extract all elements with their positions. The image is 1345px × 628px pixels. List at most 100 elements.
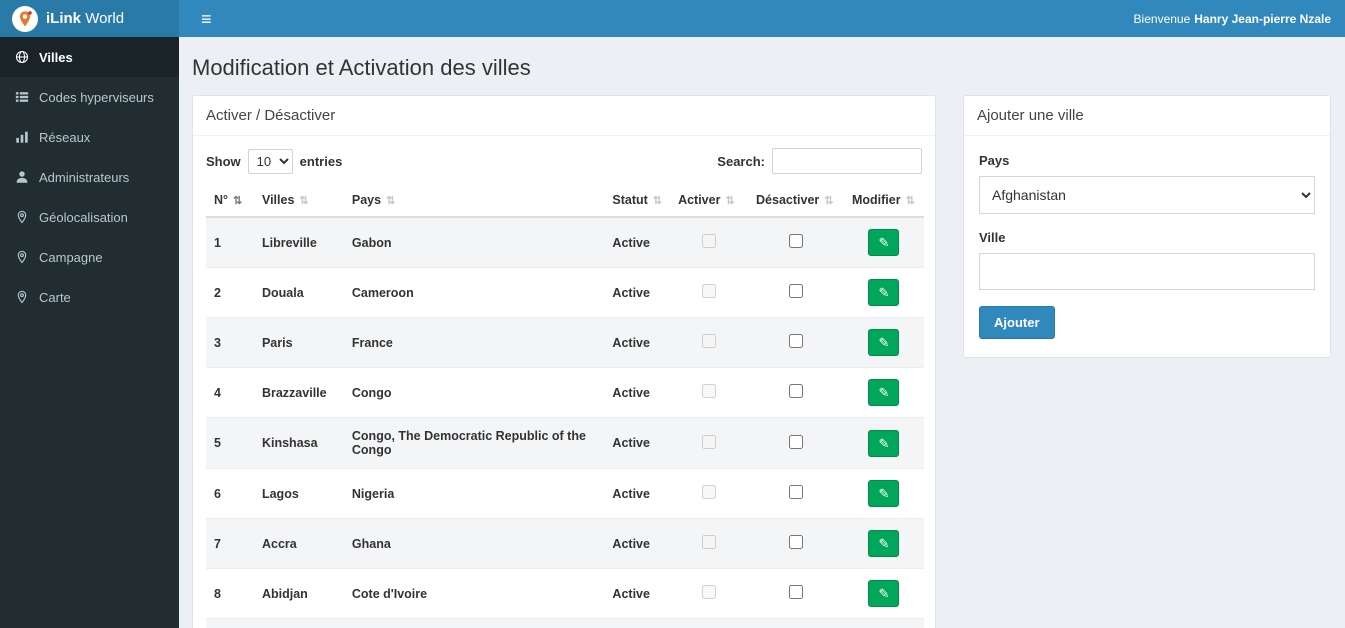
cell-modifier: ✎: [843, 317, 924, 368]
cell-activer: [670, 367, 749, 418]
cell-activer: [670, 317, 749, 368]
page-length-control: Show 10 entries: [206, 148, 342, 174]
column-header-activer[interactable]: Activer ⇅: [670, 184, 749, 218]
map-marker-icon: [14, 289, 30, 305]
cell-num: 6: [206, 468, 254, 519]
edit-button[interactable]: ✎: [868, 530, 900, 557]
edit-icon: ✎: [878, 435, 890, 451]
sort-icon: ⇅: [386, 195, 396, 207]
cell-activer: [670, 568, 749, 619]
column-header-pays[interactable]: Pays ⇅: [343, 184, 605, 218]
desactiver-checkbox[interactable]: [789, 284, 803, 298]
welcome-prefix: Bienvenue: [1133, 11, 1191, 26]
cell-ville: Paris: [253, 317, 344, 368]
add-panel-title: Ajouter une ville: [964, 96, 1330, 136]
edit-button[interactable]: ✎: [868, 229, 900, 256]
cell-pays: Gabon: [343, 217, 605, 268]
cell-statut: Active: [604, 367, 671, 418]
cell-ville: Douala: [253, 267, 344, 318]
desactiver-checkbox[interactable]: [789, 535, 803, 549]
edit-button[interactable]: ✎: [868, 329, 900, 356]
cell-pays: France: [343, 317, 605, 368]
edit-icon: ✎: [878, 335, 890, 350]
table-row: 7 Accra Ghana Active ✎: [206, 518, 924, 569]
sort-icon: ⇅: [652, 195, 663, 207]
cell-pays: Congo, The Democratic Republic of the Co…: [343, 417, 605, 469]
pays-select[interactable]: Afghanistan: [979, 176, 1315, 214]
cell-desactiver: [748, 618, 844, 628]
cell-activer: [670, 618, 749, 628]
column-header-num[interactable]: N° ⇅: [206, 184, 254, 218]
edit-icon: ✎: [878, 536, 890, 551]
column-header-villes[interactable]: Villes ⇅: [253, 184, 344, 218]
datatable-controls: Show 10 entries Search:: [193, 136, 935, 184]
sidebar-item-villes[interactable]: Villes: [0, 37, 179, 77]
cell-desactiver: [748, 468, 844, 519]
cell-desactiver: [748, 367, 844, 418]
sidebar-toggle-menu-icon[interactable]: ≡: [193, 6, 220, 32]
edit-button[interactable]: ✎: [868, 279, 900, 306]
app-logo-icon: [12, 5, 38, 32]
edit-button[interactable]: ✎: [868, 379, 900, 406]
cell-ville: Lagos: [253, 468, 344, 519]
table-row: 9 Dakar Senegal Active ✎: [206, 618, 924, 628]
cell-statut: Active: [604, 518, 671, 569]
sidebar-item-label: Réseaux: [39, 129, 91, 145]
edit-button[interactable]: ✎: [868, 480, 900, 507]
column-header-modifier[interactable]: Modifier ⇅: [843, 184, 924, 218]
table-header-row: N° ⇅ Villes ⇅ Pays ⇅ Statut ⇅ Activer ⇅ Désac…: [206, 184, 924, 218]
desactiver-checkbox[interactable]: [789, 585, 803, 599]
cell-statut: Active: [604, 568, 671, 619]
table-panel-title: Activer / Désactiver: [193, 96, 935, 136]
cell-modifier: ✎: [843, 518, 924, 569]
desactiver-checkbox[interactable]: [789, 384, 803, 398]
cell-statut: Active: [604, 618, 671, 628]
activer-checkbox: [702, 585, 717, 599]
cell-statut: Active: [604, 468, 671, 519]
table-row: 1 Libreville Gabon Active ✎: [206, 217, 924, 268]
cities-table: N° ⇅ Villes ⇅ Pays ⇅ Statut ⇅ Activer ⇅ Désac…: [206, 184, 924, 628]
brand-area[interactable]: iLink World: [0, 0, 179, 37]
user-icon: [14, 169, 30, 185]
edit-button[interactable]: ✎: [868, 580, 900, 607]
map-marker-icon: [14, 249, 30, 265]
search-input[interactable]: [772, 148, 922, 174]
cell-desactiver: [748, 317, 844, 368]
sidebar-item-codes-hyperviseurs[interactable]: Codes hyperviseurs: [0, 77, 179, 117]
cell-modifier: ✎: [843, 568, 924, 619]
sort-icon: ⇅: [905, 195, 915, 207]
table-row: 8 Abidjan Cote d'Ivoire Active ✎: [206, 568, 924, 619]
cell-activer: [670, 417, 749, 469]
cell-ville: Libreville: [253, 217, 344, 268]
desactiver-checkbox[interactable]: [789, 485, 803, 499]
map-marker-icon: [14, 209, 30, 225]
search-label: Search:: [717, 153, 765, 169]
cell-ville: Kinshasa: [253, 417, 344, 469]
cell-activer: [670, 468, 749, 519]
add-panel-body: Pays Afghanistan Ville Ajouter: [964, 136, 1330, 357]
sidebar: Villes Codes hyperviseurs Réseaux Admini…: [0, 37, 179, 628]
desactiver-checkbox[interactable]: [789, 434, 803, 449]
edit-button[interactable]: ✎: [868, 429, 900, 457]
sidebar-item-administrateurs[interactable]: Administrateurs: [0, 157, 179, 197]
cell-activer: [670, 267, 749, 318]
desactiver-checkbox[interactable]: [789, 334, 803, 348]
desactiver-checkbox[interactable]: [789, 234, 803, 248]
ajouter-button[interactable]: Ajouter: [979, 306, 1055, 339]
ville-input[interactable]: [979, 253, 1315, 290]
cell-pays: Ghana: [343, 518, 605, 569]
sidebar-item-carte[interactable]: Carte: [0, 277, 179, 317]
column-header-desactiver[interactable]: Désactiver ⇅: [748, 184, 844, 218]
cell-pays: Cameroon: [343, 267, 605, 318]
column-header-statut[interactable]: Statut ⇅: [604, 184, 671, 218]
sidebar-item-geolocalisation[interactable]: Géolocalisation: [0, 197, 179, 237]
activer-checkbox: [702, 384, 717, 398]
activer-checkbox: [702, 485, 717, 499]
page-length-select[interactable]: 10: [247, 148, 293, 174]
cell-desactiver: [748, 518, 844, 569]
sidebar-item-reseaux[interactable]: Réseaux: [0, 117, 179, 157]
sidebar-item-label: Campagne: [39, 249, 103, 265]
brand-title: iLink World: [46, 10, 124, 27]
sidebar-item-campagne[interactable]: Campagne: [0, 237, 179, 277]
sidebar-item-label: Carte: [39, 289, 71, 305]
